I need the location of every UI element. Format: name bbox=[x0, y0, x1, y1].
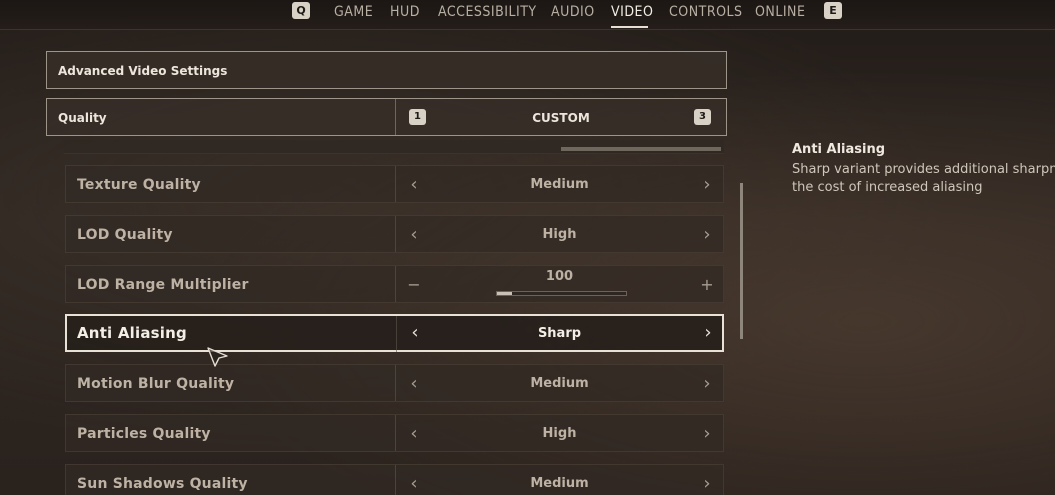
clipped-row bbox=[64, 140, 724, 154]
chevron-right-icon[interactable]: › bbox=[695, 365, 719, 401]
section-title: Advanced Video Settings bbox=[58, 64, 228, 78]
setting-row-sun-shadows-quality[interactable]: Sun Shadows Quality ‹ Medium › bbox=[65, 464, 724, 495]
tab-game[interactable]: GAME bbox=[334, 2, 373, 24]
slider-value: 100 bbox=[545, 269, 574, 284]
setting-label: Particles Quality bbox=[77, 426, 211, 442]
setting-value: Sharp bbox=[537, 326, 582, 341]
description-line: Sharp variant provides additional sharpn… bbox=[792, 162, 1055, 177]
setting-value: Medium bbox=[530, 376, 589, 391]
tab-audio[interactable]: AUDIO bbox=[551, 2, 595, 24]
description-text: Sharp variant provides additional sharpn… bbox=[792, 161, 1055, 197]
setting-label: LOD Range Multiplier bbox=[77, 277, 249, 293]
setting-value: High bbox=[542, 227, 577, 242]
top-nav-bar: Q GAME HUD ACCESSIBILITY AUDIO VIDEO CON… bbox=[0, 0, 1055, 30]
lod-range-slider[interactable] bbox=[496, 291, 627, 296]
setting-value: High bbox=[542, 426, 577, 441]
chevron-right-icon[interactable]: › bbox=[695, 415, 719, 451]
active-tab-indicator bbox=[611, 26, 648, 28]
chevron-right-icon[interactable]: › bbox=[695, 216, 719, 252]
setting-label: LOD Quality bbox=[77, 227, 173, 243]
plus-icon[interactable]: + bbox=[695, 266, 719, 302]
chevron-right-icon[interactable]: › bbox=[695, 465, 719, 495]
next-tab-key[interactable]: E bbox=[824, 2, 842, 19]
settings-scrollbar[interactable] bbox=[740, 183, 743, 339]
quality-label: Quality bbox=[58, 111, 107, 125]
description-line: the cost of increased aliasing bbox=[792, 180, 983, 195]
tab-video[interactable]: VIDEO bbox=[611, 2, 653, 24]
quality-preset-row[interactable]: Quality 1 CUSTOM 3 bbox=[46, 98, 727, 136]
quality-next-key[interactable]: 3 bbox=[694, 109, 711, 125]
clipped-slider bbox=[561, 147, 721, 151]
section-header: Advanced Video Settings bbox=[46, 51, 727, 89]
tab-controls[interactable]: CONTROLS bbox=[669, 2, 743, 24]
setting-row-lod-range-multiplier[interactable]: LOD Range Multiplier − 100 + bbox=[65, 265, 724, 303]
tab-online[interactable]: ONLINE bbox=[755, 2, 805, 24]
tab-accessibility[interactable]: ACCESSIBILITY bbox=[438, 2, 537, 24]
quality-value: CUSTOM bbox=[532, 111, 590, 125]
setting-row-motion-blur-quality[interactable]: Motion Blur Quality ‹ Medium › bbox=[65, 364, 724, 402]
tab-hud[interactable]: HUD bbox=[390, 2, 420, 24]
setting-label: Anti Aliasing bbox=[77, 324, 187, 342]
setting-row-lod-quality[interactable]: LOD Quality ‹ High › bbox=[65, 215, 724, 253]
chevron-right-icon[interactable]: › bbox=[696, 316, 720, 352]
setting-row-particles-quality[interactable]: Particles Quality ‹ High › bbox=[65, 414, 724, 452]
setting-label: Sun Shadows Quality bbox=[77, 476, 248, 492]
setting-label: Motion Blur Quality bbox=[77, 376, 235, 392]
setting-label: Texture Quality bbox=[77, 177, 201, 193]
description-title: Anti Aliasing bbox=[792, 142, 886, 157]
setting-row-anti-aliasing[interactable]: Anti Aliasing ‹ Sharp › bbox=[65, 314, 724, 352]
mouse-cursor-icon bbox=[207, 347, 228, 367]
setting-row-texture-quality[interactable]: Texture Quality ‹ Medium › bbox=[65, 165, 724, 203]
chevron-right-icon[interactable]: › bbox=[695, 166, 719, 202]
setting-value: Medium bbox=[530, 177, 589, 192]
slider-fill bbox=[497, 292, 513, 295]
prev-tab-key[interactable]: Q bbox=[292, 2, 310, 19]
setting-value: Medium bbox=[530, 476, 589, 491]
